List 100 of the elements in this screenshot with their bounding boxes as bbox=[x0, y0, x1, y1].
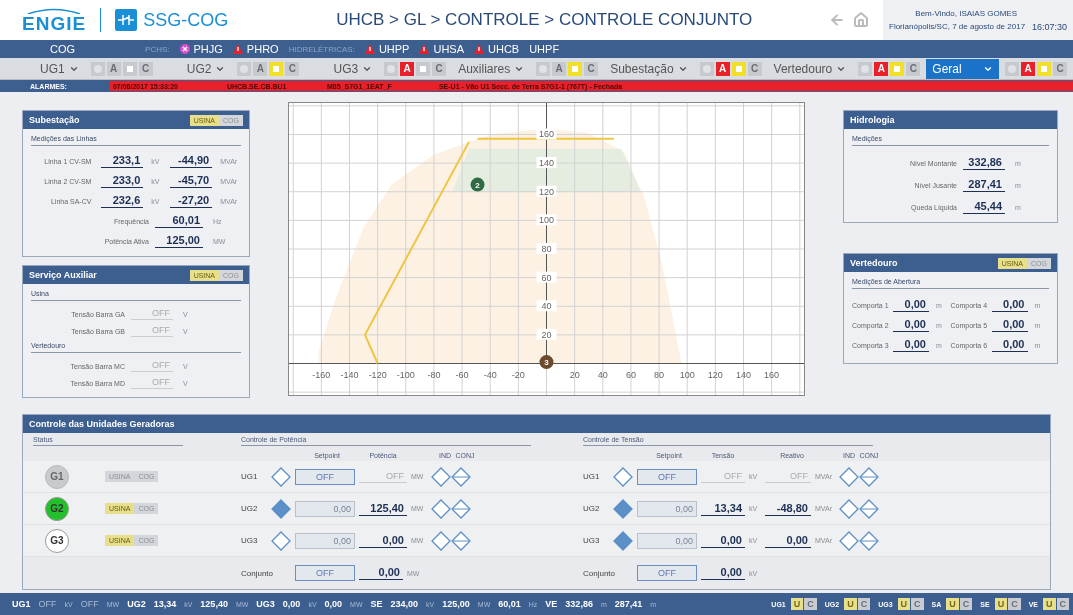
diamond-line-icon[interactable] bbox=[859, 498, 879, 519]
nav-link[interactable]: COG bbox=[50, 43, 76, 55]
nav-link[interactable]: UHPP bbox=[364, 43, 410, 55]
group-dropdown[interactable]: UG1 bbox=[34, 58, 85, 79]
c-indicator[interactable]: C bbox=[857, 598, 871, 610]
mode-indicator[interactable]: C bbox=[747, 61, 762, 76]
setpoint-field[interactable]: 0,00 bbox=[295, 500, 355, 517]
reading-value: 287,41 bbox=[963, 178, 1005, 192]
group-dropdown[interactable]: Subestação bbox=[604, 58, 694, 79]
u-indicator[interactable]: U bbox=[946, 598, 959, 610]
nav-group-label: HIDRELÉTRICAS: bbox=[288, 44, 355, 54]
c-indicator[interactable]: C bbox=[1056, 598, 1069, 610]
panel-title: Controle das Unidades Geradoras bbox=[29, 419, 175, 429]
diamond-icon[interactable] bbox=[613, 466, 633, 487]
generator-status: G1 bbox=[45, 464, 69, 489]
reading-value: OFF bbox=[131, 308, 173, 320]
nav-link[interactable]: PHJG bbox=[179, 43, 223, 55]
u-indicator[interactable]: U bbox=[994, 598, 1008, 610]
status-value: 234,00 bbox=[390, 599, 419, 609]
diamond-icon[interactable] bbox=[839, 498, 859, 519]
status-value: 0,00 bbox=[324, 599, 343, 609]
voltage-value: OFF bbox=[701, 470, 745, 483]
c-indicator[interactable]: C bbox=[959, 598, 973, 610]
reading-value: OFF bbox=[131, 325, 173, 337]
diamond-icon[interactable] bbox=[839, 530, 859, 551]
diamond-icon[interactable] bbox=[431, 466, 451, 487]
setpoint-field[interactable]: 0,00 bbox=[295, 532, 355, 549]
reading-value: OFF bbox=[131, 377, 173, 389]
mode-indicator[interactable]: C bbox=[906, 61, 921, 76]
nav-link[interactable]: UHPF bbox=[529, 43, 560, 55]
diamond-line-icon[interactable] bbox=[859, 466, 879, 487]
status-value: 332,86 bbox=[565, 599, 593, 609]
unit-marker: 2 bbox=[470, 177, 485, 192]
diamond-line-icon[interactable] bbox=[451, 530, 471, 551]
group-dropdown[interactable]: Geral bbox=[926, 58, 999, 79]
alarm-indicator[interactable]: A bbox=[1021, 61, 1035, 76]
tick-label: -60 bbox=[455, 369, 469, 380]
tick-label: 140 bbox=[736, 369, 751, 380]
voltage-value: 0,00 bbox=[701, 533, 745, 548]
status-indicator bbox=[237, 61, 252, 76]
back-button[interactable] bbox=[829, 12, 845, 28]
group-dropdown[interactable]: UG2 bbox=[180, 58, 232, 79]
unit-label: UG3 bbox=[583, 536, 601, 545]
setpoint-field[interactable]: 0,00 bbox=[637, 500, 697, 517]
setpoint-field[interactable]: OFF bbox=[295, 565, 355, 581]
alarm-indicator[interactable]: A bbox=[552, 61, 567, 76]
u-indicator[interactable]: U bbox=[844, 598, 857, 610]
diamond-icon[interactable] bbox=[271, 498, 291, 519]
status-indicator bbox=[699, 61, 714, 76]
u-indicator[interactable]: U bbox=[897, 598, 911, 610]
group-dropdown[interactable]: Vertedouro bbox=[767, 58, 853, 79]
mode-indicator[interactable]: C bbox=[584, 61, 599, 76]
gate-value: 0,00 bbox=[991, 338, 1028, 352]
diamond-icon[interactable] bbox=[431, 498, 451, 519]
reactive-value: -44,90 bbox=[170, 154, 213, 168]
u-indicator[interactable]: U bbox=[1043, 598, 1056, 610]
diamond-line-icon[interactable] bbox=[859, 530, 879, 551]
total-label: Conjunto bbox=[241, 568, 275, 578]
panel-title: Vertedouro bbox=[850, 258, 898, 268]
diamond-line-icon[interactable] bbox=[451, 466, 471, 487]
c-indicator[interactable]: C bbox=[1008, 598, 1021, 610]
diamond-icon[interactable] bbox=[271, 466, 291, 487]
setpoint-field[interactable]: OFF bbox=[637, 468, 697, 485]
c-indicator[interactable]: C bbox=[911, 598, 924, 610]
diamond-icon[interactable] bbox=[431, 530, 451, 551]
nav-link[interactable]: PHRO bbox=[232, 43, 279, 55]
annotation: 2 bbox=[475, 180, 481, 190]
unit-label: UG2 bbox=[583, 504, 601, 513]
mode-indicator[interactable]: C bbox=[1053, 61, 1067, 76]
status-value: 287,41 bbox=[614, 599, 643, 609]
alarm-indicator[interactable]: A bbox=[874, 61, 889, 76]
group-dropdown[interactable]: UG3 bbox=[327, 58, 379, 79]
nav-link[interactable]: UHSA bbox=[419, 43, 464, 55]
mode-indicator[interactable]: C bbox=[138, 61, 153, 76]
alarm-indicator[interactable]: A bbox=[253, 61, 268, 76]
alarm-indicator[interactable]: A bbox=[106, 61, 121, 76]
setpoint-field[interactable]: OFF bbox=[637, 565, 697, 581]
u-indicator[interactable]: U bbox=[790, 598, 804, 610]
mode-indicator[interactable]: C bbox=[432, 61, 447, 76]
diamond-icon[interactable] bbox=[839, 466, 859, 487]
alarm-indicator[interactable]: A bbox=[400, 61, 415, 76]
status-value: 13,34 bbox=[153, 599, 177, 609]
home-button[interactable] bbox=[853, 12, 869, 28]
unit-label: UG2 bbox=[241, 504, 259, 513]
reading-value: 45,44 bbox=[963, 200, 1005, 214]
group-dropdown[interactable]: Auxiliares bbox=[452, 58, 531, 79]
diamond-icon[interactable] bbox=[613, 498, 633, 519]
status-value: 60,01 bbox=[498, 599, 521, 609]
reading-value: 332,86 bbox=[963, 156, 1005, 170]
c-indicator[interactable]: C bbox=[804, 598, 817, 610]
diamond-icon[interactable] bbox=[271, 530, 291, 551]
setpoint-field[interactable]: OFF bbox=[295, 468, 355, 485]
tick-label: 60 bbox=[625, 369, 636, 380]
diamond-icon[interactable] bbox=[613, 530, 633, 551]
status-label: UG3 bbox=[256, 599, 275, 609]
alarm-indicator[interactable]: A bbox=[715, 61, 730, 76]
mode-indicator[interactable]: C bbox=[285, 61, 300, 76]
setpoint-field[interactable]: 0,00 bbox=[637, 532, 697, 549]
diamond-line-icon[interactable] bbox=[451, 498, 471, 519]
nav-link[interactable]: UHCB bbox=[474, 43, 520, 55]
